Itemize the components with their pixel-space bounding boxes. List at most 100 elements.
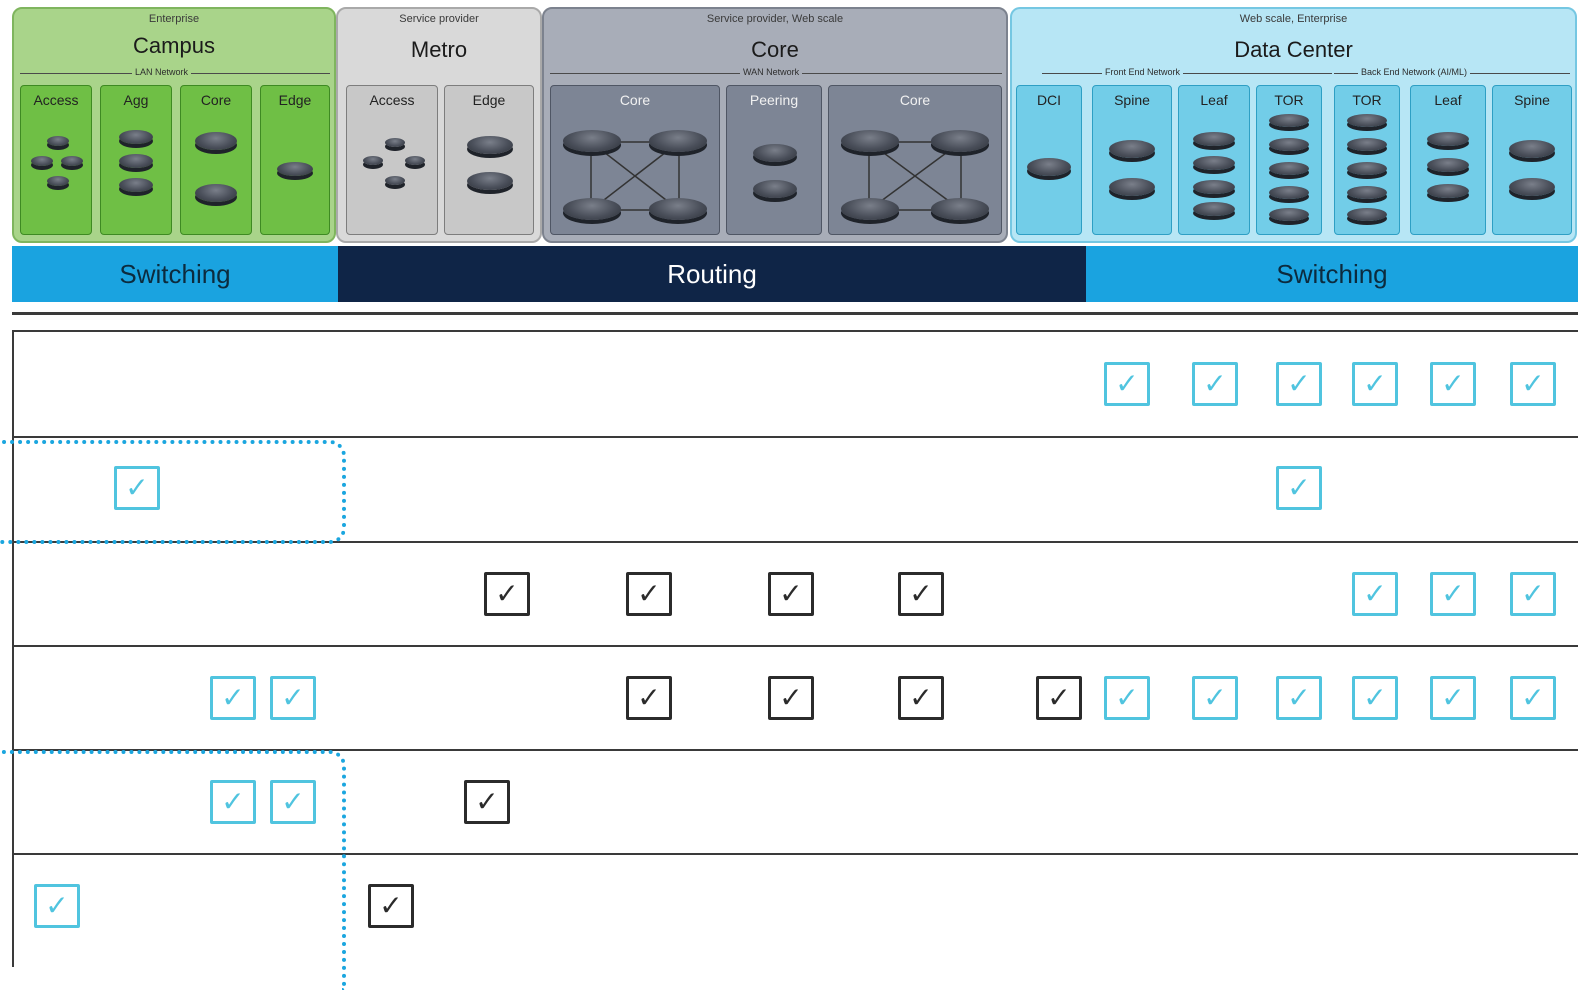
column-core-left: Core	[550, 85, 720, 235]
router-icon	[195, 132, 237, 150]
checkbox-icon[interactable]: ✓	[34, 884, 80, 928]
router-icon	[1269, 114, 1309, 127]
checkbox-icon[interactable]: ✓	[1430, 362, 1476, 406]
checkbox-icon[interactable]: ✓	[1352, 362, 1398, 406]
router-icon	[841, 130, 899, 152]
checkbox-icon[interactable]: ✓	[210, 676, 256, 720]
router-icon	[277, 162, 313, 176]
checkbox-icon[interactable]: ✓	[270, 780, 316, 824]
router-icon	[1427, 158, 1469, 172]
router-icon	[931, 130, 989, 152]
router-icon	[119, 130, 153, 144]
router-icon	[385, 138, 405, 147]
router-icon	[1347, 186, 1387, 199]
switching-band-left: Switching	[12, 246, 338, 302]
checkbox-icon[interactable]: ✓	[484, 572, 530, 616]
column-label: Access	[369, 92, 415, 108]
campus-title: Campus	[133, 33, 215, 58]
checkbox-icon[interactable]: ✓	[210, 780, 256, 824]
router-icon	[119, 154, 153, 168]
checkbox-icon[interactable]: ✓	[1510, 362, 1556, 406]
checkbox-icon[interactable]: ✓	[768, 676, 814, 720]
checkbox-icon[interactable]: ✓	[1352, 572, 1398, 616]
router-icon	[31, 156, 53, 166]
checkbox-icon[interactable]: ✓	[626, 572, 672, 616]
column-campus-access: Access	[20, 85, 92, 235]
checkbox-icon[interactable]: ✓	[1352, 676, 1398, 720]
column-campus-agg: Agg	[100, 85, 172, 235]
column-label: Core	[200, 92, 232, 108]
router-icon	[363, 156, 383, 165]
column-label: Edge	[472, 92, 506, 108]
datacenter-subtitle: Web scale, Enterprise	[1239, 13, 1348, 25]
checkbox-icon[interactable]: ✓	[1104, 362, 1150, 406]
router-icon	[1193, 180, 1235, 194]
datacenter-group: Web scale, Enterprise Data Center Front …	[1010, 7, 1577, 243]
checkbox-icon[interactable]: ✓	[1430, 676, 1476, 720]
column-label: TOR	[1352, 92, 1382, 108]
checkbox-icon[interactable]: ✓	[368, 884, 414, 928]
checkbox-icon[interactable]: ✓	[1192, 676, 1238, 720]
column-label: Spine	[1514, 92, 1550, 108]
metro-title: Metro	[410, 37, 468, 62]
checkbox-icon[interactable]: ✓	[1510, 676, 1556, 720]
router-icon	[563, 130, 621, 152]
campus-network-label: LAN Network	[132, 67, 192, 77]
column-label: Agg	[123, 92, 149, 108]
router-icon	[1269, 162, 1309, 175]
column-label: DCI	[1036, 92, 1062, 108]
campus-subtitle: Enterprise	[148, 13, 200, 25]
router-icon	[649, 198, 707, 220]
matrix-frame-top	[12, 330, 1578, 332]
router-icon	[1269, 138, 1309, 151]
router-icon	[1509, 178, 1555, 196]
checkbox-icon[interactable]: ✓	[898, 676, 944, 720]
checkbox-icon[interactable]: ✓	[1192, 362, 1238, 406]
router-icon	[753, 144, 797, 162]
router-icon	[1109, 140, 1155, 158]
column-label: Leaf	[1200, 92, 1228, 108]
datacenter-front-bracket	[1042, 73, 1332, 74]
column-campus-edge: Edge	[260, 85, 330, 235]
column-label: Leaf	[1434, 92, 1462, 108]
checkbox-icon[interactable]: ✓	[1276, 362, 1322, 406]
column-metro-edge: Edge	[444, 85, 534, 235]
metro-subtitle: Service provider	[399, 13, 479, 25]
checkbox-icon[interactable]: ✓	[898, 572, 944, 616]
router-icon	[467, 172, 513, 190]
checkbox-icon[interactable]: ✓	[1036, 676, 1082, 720]
checkbox-icon[interactable]: ✓	[114, 466, 160, 510]
row-divider	[12, 645, 1578, 647]
column-dc-spine-back: Spine	[1492, 85, 1572, 235]
row-divider	[12, 436, 1578, 438]
checkbox-icon[interactable]: ✓	[1104, 676, 1150, 720]
datacenter-front-label: Front End Network	[1102, 67, 1184, 77]
router-icon	[1269, 186, 1309, 199]
column-dc-leaf-back: Leaf	[1410, 85, 1486, 235]
datacenter-title: Data Center	[1234, 37, 1353, 62]
column-label: Access	[33, 92, 79, 108]
checkbox-icon[interactable]: ✓	[1510, 572, 1556, 616]
checkbox-icon[interactable]: ✓	[768, 572, 814, 616]
column-label: TOR	[1274, 92, 1304, 108]
router-icon	[47, 136, 69, 146]
router-icon	[1269, 208, 1309, 221]
column-core-right: Core	[828, 85, 1002, 235]
checkbox-icon[interactable]: ✓	[626, 676, 672, 720]
router-icon	[1193, 202, 1235, 216]
column-dc-tor-back: TOR	[1334, 85, 1400, 235]
column-label: Spine	[1114, 92, 1150, 108]
checkbox-icon[interactable]: ✓	[464, 780, 510, 824]
checkbox-icon[interactable]: ✓	[1276, 676, 1322, 720]
checkbox-icon[interactable]: ✓	[1430, 572, 1476, 616]
metro-group: Service provider Metro Access Edge	[336, 7, 542, 243]
column-metro-access: Access	[346, 85, 438, 235]
core-group: Service provider, Web scale Core WAN Net…	[542, 7, 1008, 243]
router-icon	[195, 184, 237, 202]
checkbox-icon[interactable]: ✓	[1276, 466, 1322, 510]
column-label: Edge	[278, 92, 312, 108]
column-dc-spine: Spine	[1092, 85, 1172, 235]
router-icon	[1347, 208, 1387, 221]
router-icon	[1509, 140, 1555, 158]
checkbox-icon[interactable]: ✓	[270, 676, 316, 720]
